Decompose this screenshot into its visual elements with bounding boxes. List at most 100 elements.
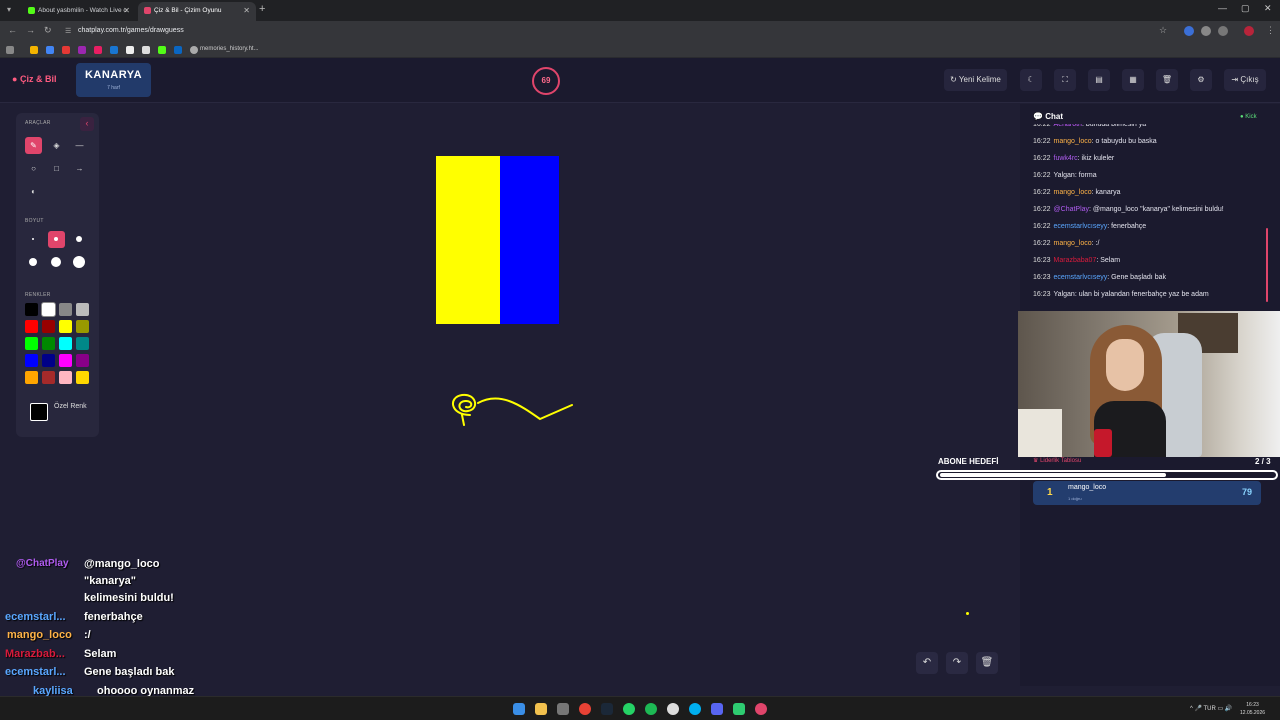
store-icon[interactable]	[557, 703, 569, 715]
site-info-icon[interactable]: ☰	[65, 27, 71, 35]
chat-scrollbar[interactable]	[1266, 228, 1268, 302]
bookmark-star-icon[interactable]: ☆	[1159, 25, 1167, 36]
fill-tool-button[interactable]: ◐	[25, 183, 42, 200]
bookmark-icon[interactable]	[110, 46, 118, 54]
app-icon[interactable]	[755, 703, 767, 715]
collapse-panel-button[interactable]: ‹	[80, 117, 94, 131]
close-tab-icon[interactable]: ✕	[123, 6, 130, 15]
color-swatch[interactable]	[25, 303, 38, 316]
color-swatch[interactable]	[42, 354, 55, 367]
tab-cizbil[interactable]: Çiz & Bil - Çizim Oyunu ✕	[138, 2, 256, 21]
bookmark-icon[interactable]	[78, 46, 86, 54]
dark-mode-button[interactable]: ☾	[1020, 69, 1042, 91]
maximize-icon[interactable]: ▢	[1241, 3, 1250, 14]
eraser-tool-button[interactable]: ◈	[48, 137, 65, 154]
apps-icon[interactable]	[6, 46, 14, 54]
size-s-button[interactable]	[48, 231, 65, 248]
chat-message-list[interactable]: 16:22 Aenaroth: bunuda bilmesin ya 16:22 ma…	[1033, 124, 1265, 308]
spotify-icon[interactable]	[645, 703, 657, 715]
color-swatch[interactable]	[76, 303, 89, 316]
color-swatch[interactable]	[59, 303, 72, 316]
color-swatch[interactable]	[42, 371, 55, 384]
color-swatch[interactable]	[59, 354, 72, 367]
bookmark-icon[interactable]	[126, 46, 134, 54]
color-swatch[interactable]	[59, 320, 72, 333]
custom-color-label[interactable]: Özel Renk	[54, 401, 94, 413]
back-icon[interactable]: ←	[8, 25, 17, 35]
settings-button[interactable]: ⚙	[1190, 69, 1212, 91]
color-swatch[interactable]	[25, 337, 38, 350]
chat-username[interactable]: ecemstarlvcıseyy	[1054, 223, 1108, 230]
line-tool-button[interactable]: —	[71, 137, 88, 154]
bookmark-icon[interactable]	[30, 46, 38, 54]
chat-username[interactable]: ecemstarlvcıseyy	[1054, 274, 1108, 281]
new-word-button[interactable]: ↻ Yeni Kelime	[944, 69, 1007, 91]
bookmark-icon[interactable]	[142, 46, 150, 54]
reload-icon[interactable]: ↻	[44, 25, 52, 36]
bookmark-icon[interactable]	[46, 46, 54, 54]
extension-icon[interactable]	[1201, 26, 1211, 36]
bookmark-icon[interactable]	[158, 46, 166, 54]
minimize-icon[interactable]: —	[1218, 3, 1227, 13]
chat-username[interactable]: Aenaroth	[1054, 124, 1082, 128]
chat-username[interactable]: fuwk4rc	[1054, 155, 1078, 162]
rectangle-tool-button[interactable]: □	[48, 160, 65, 177]
bookmark-icon[interactable]	[62, 46, 70, 54]
fullscreen-button[interactable]: ⛶	[1054, 69, 1076, 91]
custom-color-swatch[interactable]	[30, 403, 48, 421]
size-xs-button[interactable]	[25, 231, 42, 248]
app-icon[interactable]	[711, 703, 723, 715]
close-window-icon[interactable]: ✕	[1264, 3, 1272, 14]
chat-username[interactable]: @ChatPlay	[1054, 206, 1090, 213]
clock[interactable]: 16:23 12.05.2026	[1240, 701, 1265, 717]
circle-tool-button[interactable]: ○	[25, 160, 42, 177]
extension-icon[interactable]	[1218, 26, 1228, 36]
color-swatch[interactable]	[76, 337, 89, 350]
extension-icon[interactable]	[1184, 26, 1194, 36]
bookmark-label[interactable]: memories_history.ht...	[200, 46, 259, 52]
bookmark-icon[interactable]	[94, 46, 102, 54]
chat-username[interactable]: mango_loco	[1054, 138, 1092, 145]
app-icon[interactable]	[733, 703, 745, 715]
chrome-icon[interactable]	[579, 703, 591, 715]
bookmark-icon[interactable]	[174, 46, 182, 54]
exit-button[interactable]: ⇥ Çıkış	[1224, 69, 1266, 91]
file-explorer-icon[interactable]	[535, 703, 547, 715]
whatsapp-icon[interactable]	[623, 703, 635, 715]
color-swatch[interactable]	[76, 354, 89, 367]
color-swatch[interactable]	[76, 320, 89, 333]
delete-button[interactable]: 🗑	[1156, 69, 1178, 91]
color-swatch[interactable]	[59, 337, 72, 350]
chatgpt-icon[interactable]	[667, 703, 679, 715]
color-swatch[interactable]	[42, 320, 55, 333]
tab-about[interactable]: About yasbmilin - Watch Live o ✕	[4, 2, 136, 21]
size-m-button[interactable]	[71, 231, 88, 248]
color-swatch[interactable]	[76, 371, 89, 384]
steam-icon[interactable]	[601, 703, 613, 715]
chat-username[interactable]: Yalgan	[1054, 172, 1075, 179]
redo-button[interactable]: ↷	[946, 652, 968, 674]
profile-avatar-icon[interactable]	[1244, 26, 1254, 36]
menu-icon[interactable]: ⋮	[1266, 25, 1275, 36]
globe-icon[interactable]	[190, 46, 198, 54]
chat-username[interactable]: mango_loco	[1054, 240, 1092, 247]
color-swatch[interactable]	[42, 337, 55, 350]
size-xxl-button[interactable]	[71, 254, 88, 271]
arrow-tool-button[interactable]: →	[71, 160, 88, 177]
chat-toggle-button[interactable]: ▤	[1088, 69, 1110, 91]
color-swatch[interactable]	[59, 371, 72, 384]
chat-username[interactable]: mango_loco	[1054, 189, 1092, 196]
layout-button[interactable]: ▦	[1122, 69, 1144, 91]
size-l-button[interactable]	[25, 254, 42, 271]
color-swatch[interactable]	[25, 371, 38, 384]
skype-icon[interactable]	[689, 703, 701, 715]
system-tray[interactable]: ^ 🎤 TUR ▭ 🔊	[1190, 705, 1232, 712]
close-tab-icon[interactable]: ✕	[243, 6, 250, 15]
color-swatch[interactable]	[25, 354, 38, 367]
chat-username[interactable]: Yalgan	[1054, 291, 1075, 298]
logo[interactable]: ● Çiz & Bil	[12, 74, 56, 84]
url-field[interactable]: chatplay.com.tr/games/drawguess	[78, 27, 184, 34]
undo-button[interactable]: ↶	[916, 652, 938, 674]
size-xl-button[interactable]	[48, 254, 65, 271]
chat-username[interactable]: Marazbaba07	[1054, 257, 1097, 264]
